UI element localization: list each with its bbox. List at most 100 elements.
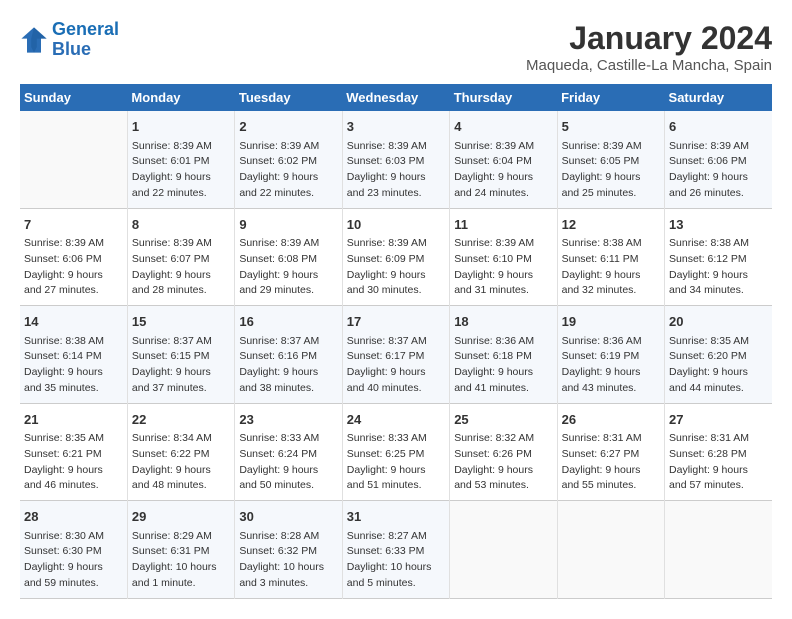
sunrise-text: Sunrise: 8:39 AM [132,139,230,155]
sunrise-text: Sunrise: 8:39 AM [454,139,552,155]
day-cell: 12Sunrise: 8:38 AMSunset: 6:11 PMDayligh… [557,208,664,306]
sunset-text: Sunset: 6:19 PM [562,349,660,365]
sunset-text: Sunset: 6:07 PM [132,252,230,268]
day-number: 27 [669,410,768,430]
sunset-text: Sunset: 6:33 PM [347,544,445,560]
sunset-text: Sunset: 6:21 PM [24,447,123,463]
day-number: 18 [454,312,552,332]
sunrise-text: Sunrise: 8:37 AM [239,334,337,350]
sunset-text: Sunset: 6:09 PM [347,252,445,268]
daylight-text: Daylight: 10 hours and 3 minutes. [239,560,337,592]
sunset-text: Sunset: 6:31 PM [132,544,230,560]
daylight-text: Daylight: 10 hours and 1 minute. [132,560,230,592]
sunrise-text: Sunrise: 8:39 AM [132,236,230,252]
day-number: 17 [347,312,445,332]
daylight-text: Daylight: 9 hours and 22 minutes. [239,170,337,202]
sunset-text: Sunset: 6:08 PM [239,252,337,268]
daylight-text: Daylight: 9 hours and 34 minutes. [669,268,768,300]
day-cell: 21Sunrise: 8:35 AMSunset: 6:21 PMDayligh… [20,403,127,501]
sunrise-text: Sunrise: 8:34 AM [132,431,230,447]
day-cell: 24Sunrise: 8:33 AMSunset: 6:25 PMDayligh… [342,403,449,501]
header-cell-thursday: Thursday [450,84,557,111]
daylight-text: Daylight: 9 hours and 31 minutes. [454,268,552,300]
sunrise-text: Sunrise: 8:31 AM [562,431,660,447]
sunset-text: Sunset: 6:24 PM [239,447,337,463]
header-row: SundayMondayTuesdayWednesdayThursdayFrid… [20,84,772,111]
day-cell [557,501,664,599]
page-header: General Blue January 2024 Maqueda, Casti… [20,20,772,74]
week-row-5: 28Sunrise: 8:30 AMSunset: 6:30 PMDayligh… [20,501,772,599]
sunset-text: Sunset: 6:06 PM [669,154,768,170]
daylight-text: Daylight: 9 hours and 59 minutes. [24,560,123,592]
sunrise-text: Sunrise: 8:33 AM [347,431,445,447]
calendar-subtitle: Maqueda, Castille-La Mancha, Spain [526,57,772,74]
day-cell: 1Sunrise: 8:39 AMSunset: 6:01 PMDaylight… [127,111,234,208]
logo-icon [20,26,48,54]
sunset-text: Sunset: 6:32 PM [239,544,337,560]
day-cell: 20Sunrise: 8:35 AMSunset: 6:20 PMDayligh… [665,306,772,404]
logo: General Blue [20,20,119,60]
daylight-text: Daylight: 9 hours and 46 minutes. [24,463,123,495]
day-cell: 7Sunrise: 8:39 AMSunset: 6:06 PMDaylight… [20,208,127,306]
daylight-text: Daylight: 9 hours and 57 minutes. [669,463,768,495]
daylight-text: Daylight: 9 hours and 44 minutes. [669,365,768,397]
day-number: 3 [347,117,445,137]
daylight-text: Daylight: 9 hours and 37 minutes. [132,365,230,397]
day-number: 7 [24,215,123,235]
sunrise-text: Sunrise: 8:39 AM [454,236,552,252]
sunrise-text: Sunrise: 8:39 AM [347,236,445,252]
daylight-text: Daylight: 10 hours and 5 minutes. [347,560,445,592]
week-row-1: 1Sunrise: 8:39 AMSunset: 6:01 PMDaylight… [20,111,772,208]
header-cell-monday: Monday [127,84,234,111]
daylight-text: Daylight: 9 hours and 23 minutes. [347,170,445,202]
day-cell: 13Sunrise: 8:38 AMSunset: 6:12 PMDayligh… [665,208,772,306]
day-cell: 23Sunrise: 8:33 AMSunset: 6:24 PMDayligh… [235,403,342,501]
sunset-text: Sunset: 6:06 PM [24,252,123,268]
sunset-text: Sunset: 6:17 PM [347,349,445,365]
day-cell: 27Sunrise: 8:31 AMSunset: 6:28 PMDayligh… [665,403,772,501]
sunset-text: Sunset: 6:03 PM [347,154,445,170]
sunset-text: Sunset: 6:12 PM [669,252,768,268]
daylight-text: Daylight: 9 hours and 41 minutes. [454,365,552,397]
daylight-text: Daylight: 9 hours and 38 minutes. [239,365,337,397]
day-cell: 4Sunrise: 8:39 AMSunset: 6:04 PMDaylight… [450,111,557,208]
daylight-text: Daylight: 9 hours and 27 minutes. [24,268,123,300]
sunrise-text: Sunrise: 8:30 AM [24,529,123,545]
sunrise-text: Sunrise: 8:28 AM [239,529,337,545]
daylight-text: Daylight: 9 hours and 43 minutes. [562,365,660,397]
day-number: 15 [132,312,230,332]
day-number: 13 [669,215,768,235]
sunrise-text: Sunrise: 8:36 AM [454,334,552,350]
sunset-text: Sunset: 6:05 PM [562,154,660,170]
week-row-3: 14Sunrise: 8:38 AMSunset: 6:14 PMDayligh… [20,306,772,404]
sunrise-text: Sunrise: 8:35 AM [24,431,123,447]
sunrise-text: Sunrise: 8:37 AM [347,334,445,350]
day-number: 4 [454,117,552,137]
sunset-text: Sunset: 6:28 PM [669,447,768,463]
day-cell: 31Sunrise: 8:27 AMSunset: 6:33 PMDayligh… [342,501,449,599]
sunrise-text: Sunrise: 8:33 AM [239,431,337,447]
day-number: 19 [562,312,660,332]
day-cell: 6Sunrise: 8:39 AMSunset: 6:06 PMDaylight… [665,111,772,208]
sunrise-text: Sunrise: 8:39 AM [669,139,768,155]
calendar-table: SundayMondayTuesdayWednesdayThursdayFrid… [20,84,772,599]
day-cell: 5Sunrise: 8:39 AMSunset: 6:05 PMDaylight… [557,111,664,208]
day-number: 11 [454,215,552,235]
sunset-text: Sunset: 6:10 PM [454,252,552,268]
sunset-text: Sunset: 6:18 PM [454,349,552,365]
sunset-text: Sunset: 6:25 PM [347,447,445,463]
header-cell-sunday: Sunday [20,84,127,111]
sunset-text: Sunset: 6:04 PM [454,154,552,170]
daylight-text: Daylight: 9 hours and 48 minutes. [132,463,230,495]
day-cell [450,501,557,599]
header-cell-friday: Friday [557,84,664,111]
daylight-text: Daylight: 9 hours and 32 minutes. [562,268,660,300]
sunrise-text: Sunrise: 8:35 AM [669,334,768,350]
sunrise-text: Sunrise: 8:38 AM [669,236,768,252]
day-number: 12 [562,215,660,235]
sunset-text: Sunset: 6:11 PM [562,252,660,268]
daylight-text: Daylight: 9 hours and 55 minutes. [562,463,660,495]
day-cell: 29Sunrise: 8:29 AMSunset: 6:31 PMDayligh… [127,501,234,599]
day-number: 6 [669,117,768,137]
daylight-text: Daylight: 9 hours and 30 minutes. [347,268,445,300]
